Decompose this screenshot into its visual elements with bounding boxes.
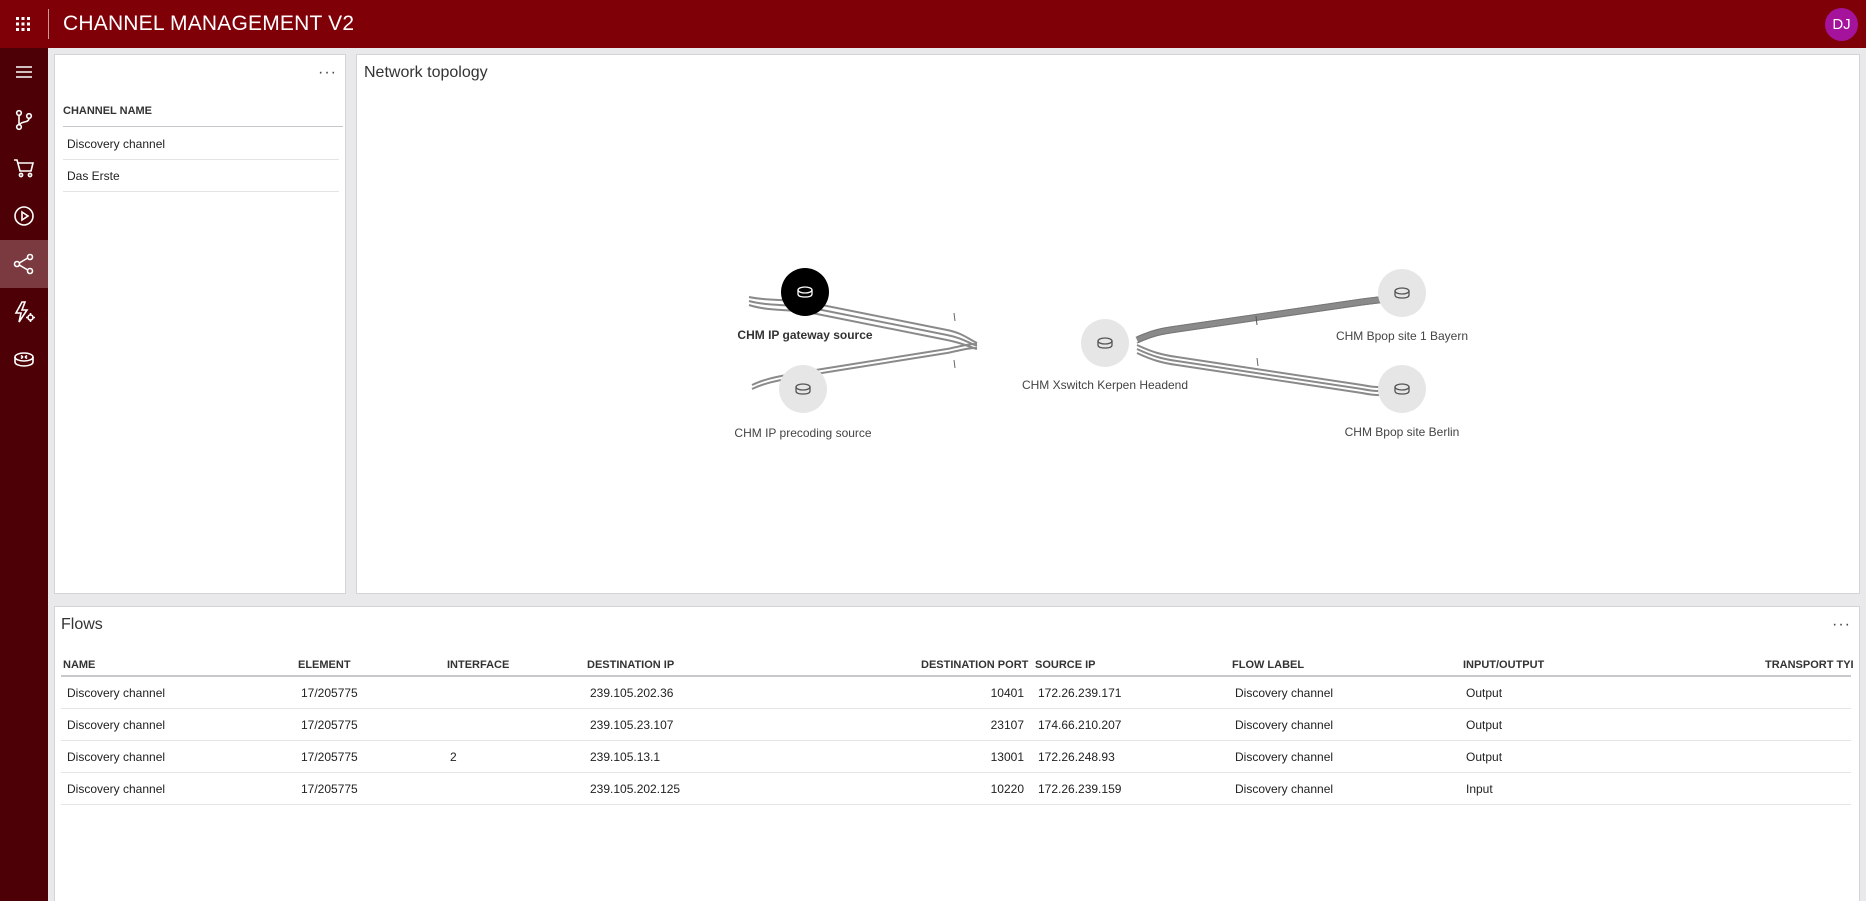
flows-table-header: NAME ELEMENT INTERFACE DESTINATION IP DE… — [61, 655, 1854, 677]
cell-flow-label: Discovery channel — [1235, 718, 1334, 732]
cell-name: Discovery channel — [67, 686, 166, 700]
node-label: CHM IP precoding source — [734, 426, 872, 440]
column-header-element[interactable]: ELEMENT — [298, 659, 351, 671]
cell-flow-label: Discovery channel — [1235, 750, 1334, 764]
node-label: CHM Bpop site 1 Bayern — [1336, 329, 1468, 343]
cell-flow-label: Discovery channel — [1235, 782, 1334, 796]
cart-icon — [14, 159, 35, 178]
node-label: CHM Bpop site Berlin — [1345, 425, 1460, 439]
node-gateway-source[interactable]: CHM IP gateway source — [737, 268, 873, 342]
column-header-transport-type[interactable]: TRANSPORT TYI — [1765, 659, 1854, 671]
nav-item-topology[interactable] — [0, 240, 48, 288]
cell-input-output: Input — [1466, 782, 1493, 796]
channel-row[interactable]: Discovery channel — [63, 128, 339, 160]
title-divider — [48, 9, 49, 39]
apps-grid-icon[interactable] — [10, 12, 36, 36]
topology-panel: Network topology CHM IP gateway source C… — [356, 54, 1860, 594]
nav-item-play[interactable] — [0, 192, 48, 240]
cell-destination-ip: 239.105.23.107 — [590, 718, 674, 732]
cell-source-ip: 174.66.210.207 — [1038, 718, 1122, 732]
column-header-flow-label[interactable]: FLOW LABEL — [1232, 659, 1304, 671]
hamburger-icon — [16, 66, 32, 78]
top-bar: CHANNEL MANAGEMENT V2 DJ — [0, 0, 1866, 48]
cell-input-output: Output — [1466, 718, 1503, 732]
node-precoding-source[interactable]: CHM IP precoding source — [734, 365, 872, 440]
app-title: CHANNEL MANAGEMENT V2 — [63, 12, 355, 35]
flows-table: NAME ELEMENT INTERFACE DESTINATION IP DE… — [61, 655, 1854, 805]
cell-element: 17/205775 — [301, 686, 358, 700]
channel-name-column-header[interactable]: CHANNEL NAME — [63, 105, 343, 127]
nav-item-router[interactable] — [0, 336, 48, 384]
flash-settings-icon — [14, 301, 35, 323]
cell-destination-port: 10401 — [990, 686, 1024, 700]
cell-destination-port: 23107 — [990, 718, 1024, 732]
share-topology-icon — [13, 253, 34, 275]
column-header-source-ip[interactable]: SOURCE IP — [1035, 659, 1096, 671]
cell-input-output: Output — [1466, 686, 1503, 700]
cell-flow-label: Discovery channel — [1235, 686, 1334, 700]
table-row[interactable]: Discovery channel 17/205775 239.105.23.1… — [61, 709, 1851, 741]
play-circle-icon — [14, 206, 34, 226]
user-avatar[interactable]: DJ — [1825, 8, 1858, 41]
cell-destination-ip: 239.105.13.1 — [590, 750, 661, 764]
cell-input-output: Output — [1466, 750, 1503, 764]
channels-panel: ··· CHANNEL NAME Discovery channel Das E… — [54, 54, 346, 594]
nav-item-branches[interactable] — [0, 96, 48, 144]
more-options-icon[interactable]: ··· — [318, 65, 337, 81]
cell-destination-ip: 239.105.202.36 — [590, 686, 674, 700]
cell-destination-port: 13001 — [990, 750, 1024, 764]
hamburger-menu-button[interactable] — [0, 48, 48, 96]
nav-item-cart[interactable] — [0, 144, 48, 192]
source-branch-icon — [15, 109, 33, 131]
cell-name: Discovery channel — [67, 750, 166, 764]
cell-source-ip: 172.26.248.93 — [1038, 750, 1115, 764]
nav-item-automation[interactable] — [0, 288, 48, 336]
column-header-name[interactable]: NAME — [63, 659, 95, 671]
topology-canvas[interactable]: CHM IP gateway source CHM IP precoding s… — [357, 55, 1861, 595]
cell-name: Discovery channel — [67, 782, 166, 796]
sidebar — [0, 48, 48, 901]
cell-interface: 2 — [450, 750, 457, 764]
cell-element: 17/205775 — [301, 750, 358, 764]
cell-source-ip: 172.26.239.159 — [1038, 782, 1122, 796]
cell-destination-port: 10220 — [990, 782, 1024, 796]
node-label: CHM IP gateway source — [737, 328, 872, 342]
cell-source-ip: 172.26.239.171 — [1038, 686, 1122, 700]
table-row[interactable]: Discovery channel 17/205775 239.105.202.… — [61, 773, 1851, 805]
flows-panel: Flows ··· NAME ELEMENT INTERFACE DESTINA… — [54, 606, 1860, 901]
column-header-destination-ip[interactable]: DESTINATION IP — [587, 659, 674, 671]
flows-title: Flows — [61, 616, 103, 633]
column-header-interface[interactable]: INTERFACE — [447, 659, 509, 671]
cell-element: 17/205775 — [301, 782, 358, 796]
node-label: CHM Xswitch Kerpen Headend — [1022, 378, 1188, 392]
router-icon — [14, 352, 34, 367]
more-options-icon[interactable]: ··· — [1832, 617, 1851, 633]
channel-row[interactable]: Das Erste — [63, 160, 339, 192]
column-header-input-output[interactable]: INPUT/OUTPUT — [1463, 659, 1544, 671]
cell-element: 17/205775 — [301, 718, 358, 732]
cell-name: Discovery channel — [67, 718, 166, 732]
node-bpop-berlin[interactable]: CHM Bpop site Berlin — [1345, 365, 1460, 439]
table-row[interactable]: Discovery channel 17/205775 2 239.105.13… — [61, 741, 1851, 773]
cell-destination-ip: 239.105.202.125 — [590, 782, 681, 796]
column-header-destination-port[interactable]: DESTINATION PORT — [921, 659, 1028, 671]
table-row[interactable]: Discovery channel 17/205775 239.105.202.… — [61, 677, 1851, 709]
